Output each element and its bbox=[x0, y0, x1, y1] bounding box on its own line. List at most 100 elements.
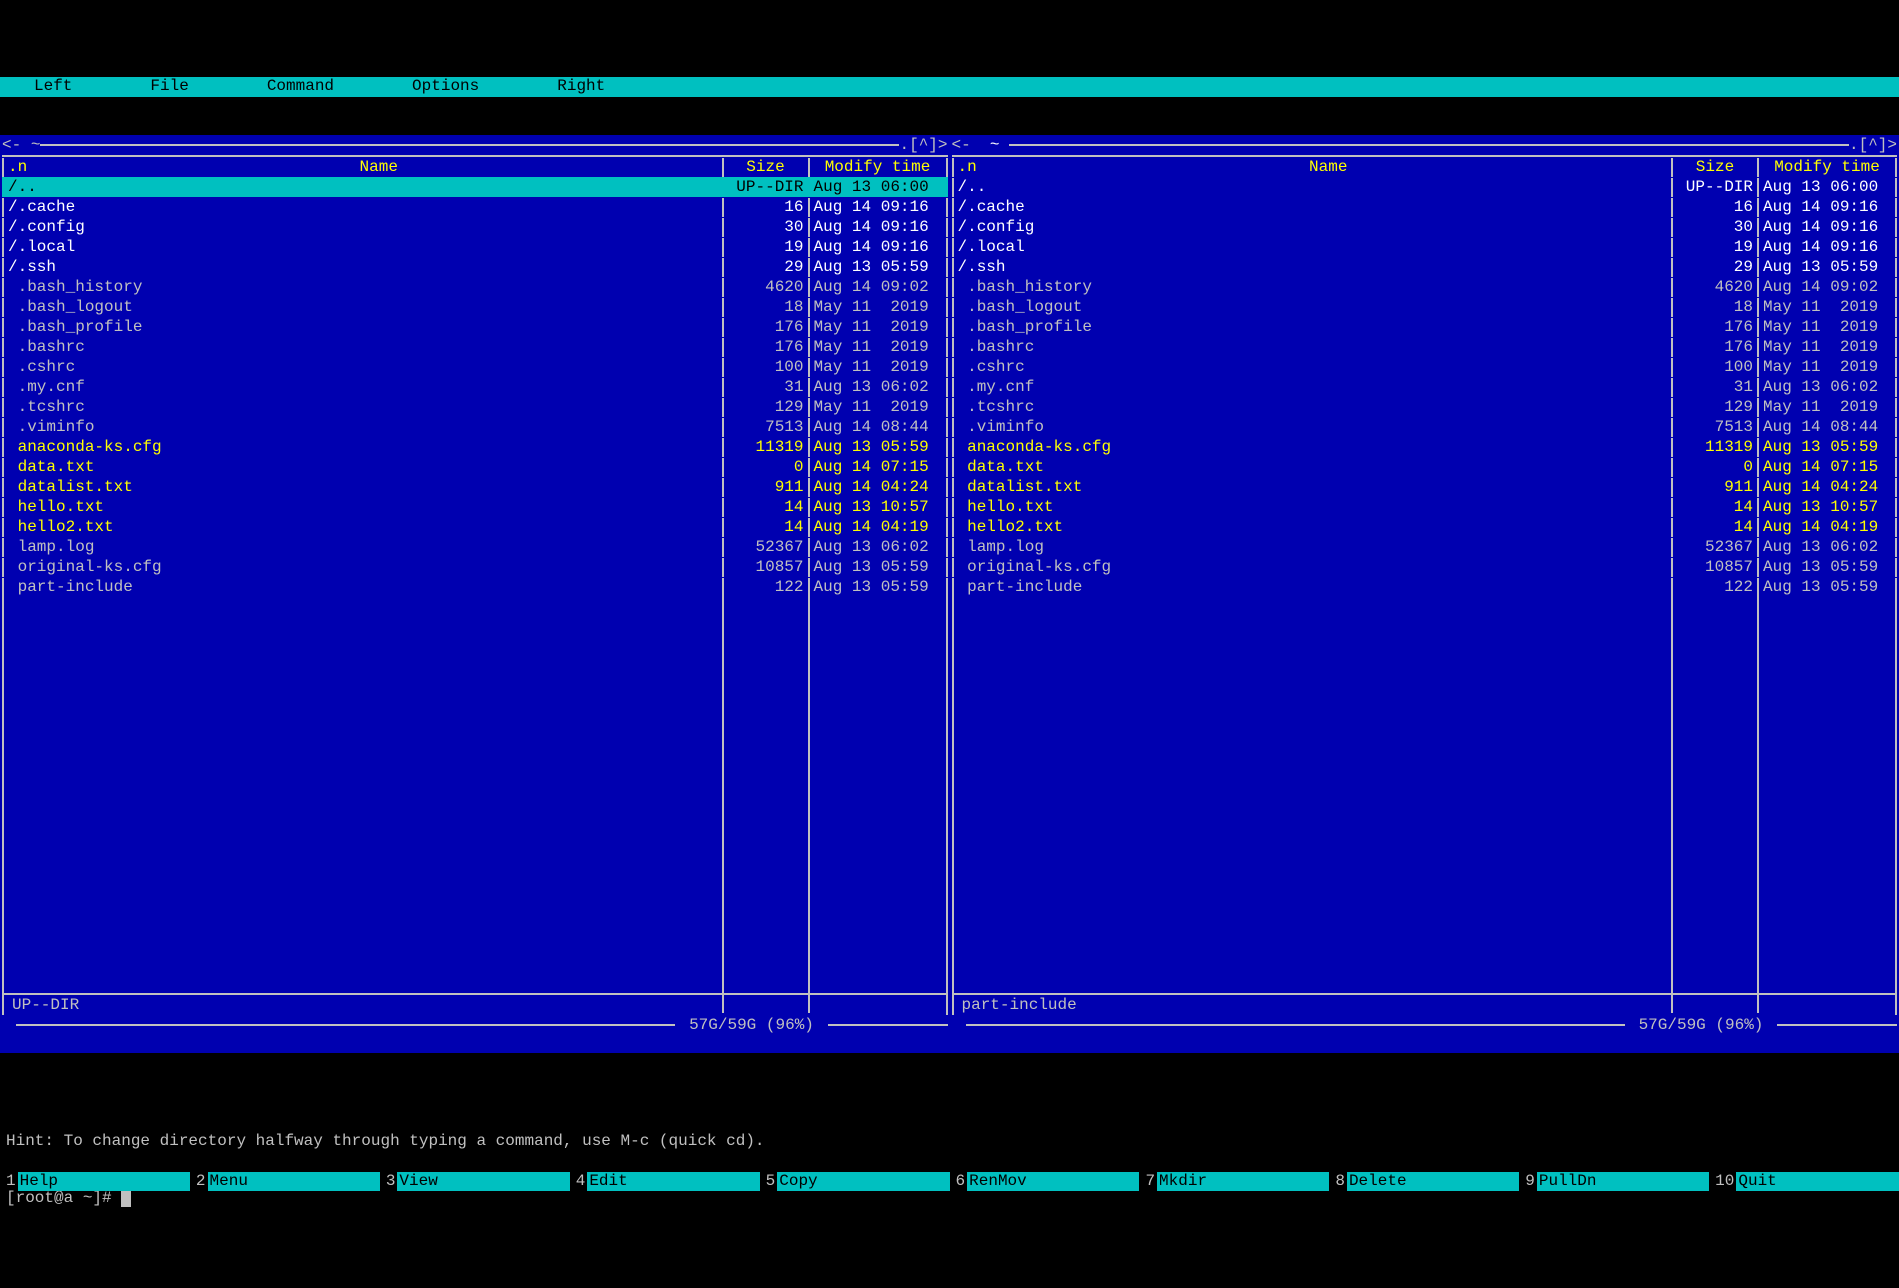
left-row[interactable]: .bash_logout18May 11 2019 bbox=[2, 297, 948, 317]
fkey-num: 7 bbox=[1139, 1172, 1157, 1191]
right-row[interactable]: lamp.log52367Aug 13 06:02 bbox=[952, 537, 1898, 557]
file-name: /.. bbox=[952, 178, 1672, 197]
left-row[interactable]: .my.cnf31Aug 13 06:02 bbox=[2, 377, 948, 397]
left-row[interactable]: datalist.txt911Aug 14 04:24 bbox=[2, 477, 948, 497]
file-name: .cshrc bbox=[952, 358, 1672, 377]
right-row[interactable]: .bash_history4620Aug 14 09:02 bbox=[952, 277, 1898, 297]
fkey-8[interactable]: 8Delete bbox=[1329, 1172, 1519, 1191]
right-row[interactable]: part-include122Aug 13 05:59 bbox=[952, 577, 1898, 597]
left-row[interactable]: lamp.log52367Aug 13 06:02 bbox=[2, 537, 948, 557]
right-row[interactable]: /.local19Aug 14 09:16 bbox=[952, 237, 1898, 257]
file-size: 7513 bbox=[1671, 418, 1757, 437]
right-footer: part-include bbox=[952, 993, 1898, 1015]
menu-command[interactable]: Command bbox=[253, 77, 348, 96]
left-row[interactable]: .cshrc100May 11 2019 bbox=[2, 357, 948, 377]
hint-area: Hint: To change directory halfway throug… bbox=[0, 1092, 1899, 1134]
left-body[interactable]: /..UP--DIRAug 13 06:00/.cache16Aug 14 09… bbox=[2, 177, 948, 993]
right-header-name[interactable]: Name bbox=[982, 158, 1672, 177]
right-row[interactable]: .bash_logout18May 11 2019 bbox=[952, 297, 1898, 317]
left-row[interactable]: .bash_profile176May 11 2019 bbox=[2, 317, 948, 337]
left-row[interactable]: hello2.txt14Aug 14 04:19 bbox=[2, 517, 948, 537]
left-path[interactable]: ~ bbox=[31, 136, 41, 155]
right-row[interactable]: .tcshrc129May 11 2019 bbox=[952, 397, 1898, 417]
fkey-label: Quit bbox=[1736, 1172, 1899, 1191]
file-name: /.ssh bbox=[952, 258, 1672, 277]
left-row[interactable]: /.local19Aug 14 09:16 bbox=[2, 237, 948, 257]
file-size: 176 bbox=[722, 338, 808, 357]
right-body[interactable]: /..UP--DIRAug 13 06:00/.cache16Aug 14 09… bbox=[952, 177, 1898, 993]
right-header-size[interactable]: Size bbox=[1671, 158, 1757, 177]
file-size: 52367 bbox=[1671, 538, 1757, 557]
file-name: .viminfo bbox=[2, 418, 722, 437]
menu-right[interactable]: Right bbox=[543, 77, 619, 96]
left-header-mtime[interactable]: Modify time bbox=[808, 158, 948, 177]
left-header-n[interactable]: .n bbox=[2, 158, 32, 177]
menu-left[interactable]: Left bbox=[20, 77, 86, 96]
right-row[interactable]: .viminfo7513Aug 14 08:44 bbox=[952, 417, 1898, 437]
file-name: original-ks.cfg bbox=[952, 558, 1672, 577]
file-size: 19 bbox=[1671, 238, 1757, 257]
right-path[interactable]: ~ bbox=[980, 136, 1009, 155]
right-row[interactable]: anaconda-ks.cfg11319Aug 13 05:59 bbox=[952, 437, 1898, 457]
fkey-4[interactable]: 4Edit bbox=[570, 1172, 760, 1191]
left-header-size[interactable]: Size bbox=[722, 158, 808, 177]
right-row[interactable]: datalist.txt911Aug 14 04:24 bbox=[952, 477, 1898, 497]
file-size: 19 bbox=[722, 238, 808, 257]
right-panel[interactable]: <- ~ .[^]>.nNameSizeModify time/..UP--DI… bbox=[952, 135, 1898, 1053]
fkey-2[interactable]: 2Menu bbox=[190, 1172, 380, 1191]
file-mtime: Aug 13 05:59 bbox=[808, 438, 948, 457]
left-header-name[interactable]: Name bbox=[32, 158, 722, 177]
right-header-mtime[interactable]: Modify time bbox=[1757, 158, 1897, 177]
right-row[interactable]: /.config30Aug 14 09:16 bbox=[952, 217, 1898, 237]
file-mtime: Aug 14 04:19 bbox=[808, 518, 948, 537]
left-row[interactable]: hello.txt14Aug 13 10:57 bbox=[2, 497, 948, 517]
file-mtime: Aug 13 06:00 bbox=[808, 178, 948, 197]
left-row[interactable]: .bashrc176May 11 2019 bbox=[2, 337, 948, 357]
fkey-3[interactable]: 3View bbox=[380, 1172, 570, 1191]
left-panel[interactable]: <- ~.[^]>.nNameSizeModify time/..UP--DIR… bbox=[2, 135, 948, 1053]
right-header: .nNameSizeModify time bbox=[952, 155, 1898, 177]
right-caret[interactable]: .[^]> bbox=[1849, 136, 1897, 155]
file-name: .viminfo bbox=[952, 418, 1672, 437]
hint-text: Hint: To change directory halfway throug… bbox=[6, 1132, 1893, 1151]
left-caret[interactable]: .[^]> bbox=[899, 136, 947, 155]
right-row[interactable]: hello.txt14Aug 13 10:57 bbox=[952, 497, 1898, 517]
left-row[interactable]: /.config30Aug 14 09:16 bbox=[2, 217, 948, 237]
right-row[interactable]: data.txt0Aug 14 07:15 bbox=[952, 457, 1898, 477]
file-name: /.config bbox=[952, 218, 1672, 237]
left-row[interactable]: .tcshrc129May 11 2019 bbox=[2, 397, 948, 417]
left-row[interactable]: .bash_history4620Aug 14 09:02 bbox=[2, 277, 948, 297]
fkey-5[interactable]: 5Copy bbox=[760, 1172, 950, 1191]
right-row[interactable]: hello2.txt14Aug 14 04:19 bbox=[952, 517, 1898, 537]
left-row[interactable]: original-ks.cfg10857Aug 13 05:59 bbox=[2, 557, 948, 577]
right-row[interactable]: /.ssh29Aug 13 05:59 bbox=[952, 257, 1898, 277]
left-row[interactable]: part-include122Aug 13 05:59 bbox=[2, 577, 948, 597]
shell-prompt[interactable]: [root@a ~]# bbox=[6, 1189, 1893, 1208]
menu-options[interactable]: Options bbox=[398, 77, 493, 96]
right-row[interactable]: /.cache16Aug 14 09:16 bbox=[952, 197, 1898, 217]
menubar[interactable]: Left File Command Options Right bbox=[0, 77, 1899, 97]
fkey-6[interactable]: 6RenMov bbox=[950, 1172, 1140, 1191]
right-row[interactable]: .my.cnf31Aug 13 06:02 bbox=[952, 377, 1898, 397]
left-row[interactable]: data.txt0Aug 14 07:15 bbox=[2, 457, 948, 477]
fkey-10[interactable]: 10Quit bbox=[1709, 1172, 1899, 1191]
right-row[interactable]: /..UP--DIRAug 13 06:00 bbox=[952, 177, 1898, 197]
fkey-7[interactable]: 7Mkdir bbox=[1139, 1172, 1329, 1191]
left-row[interactable]: /.cache16Aug 14 09:16 bbox=[2, 197, 948, 217]
fkey-label: View bbox=[397, 1172, 569, 1191]
right-row[interactable]: .bashrc176May 11 2019 bbox=[952, 337, 1898, 357]
left-row[interactable]: .viminfo7513Aug 14 08:44 bbox=[2, 417, 948, 437]
right-row[interactable]: .cshrc100May 11 2019 bbox=[952, 357, 1898, 377]
left-row[interactable]: /.ssh29Aug 13 05:59 bbox=[2, 257, 948, 277]
left-row[interactable]: /..UP--DIRAug 13 06:00 bbox=[2, 177, 948, 197]
right-header-n[interactable]: .n bbox=[952, 158, 982, 177]
menu-file[interactable]: File bbox=[136, 77, 202, 96]
right-row[interactable]: .bash_profile176May 11 2019 bbox=[952, 317, 1898, 337]
fkey-1[interactable]: 1Help bbox=[0, 1172, 190, 1191]
file-mtime: Aug 14 09:16 bbox=[1757, 218, 1897, 237]
fkey-9[interactable]: 9PullDn bbox=[1519, 1172, 1709, 1191]
right-row[interactable]: original-ks.cfg10857Aug 13 05:59 bbox=[952, 557, 1898, 577]
fkey-label: Help bbox=[18, 1172, 190, 1191]
left-row[interactable]: anaconda-ks.cfg11319Aug 13 05:59 bbox=[2, 437, 948, 457]
function-key-bar[interactable]: 1Help2Menu3View4Edit5Copy6RenMov7Mkdir8D… bbox=[0, 1172, 1899, 1192]
